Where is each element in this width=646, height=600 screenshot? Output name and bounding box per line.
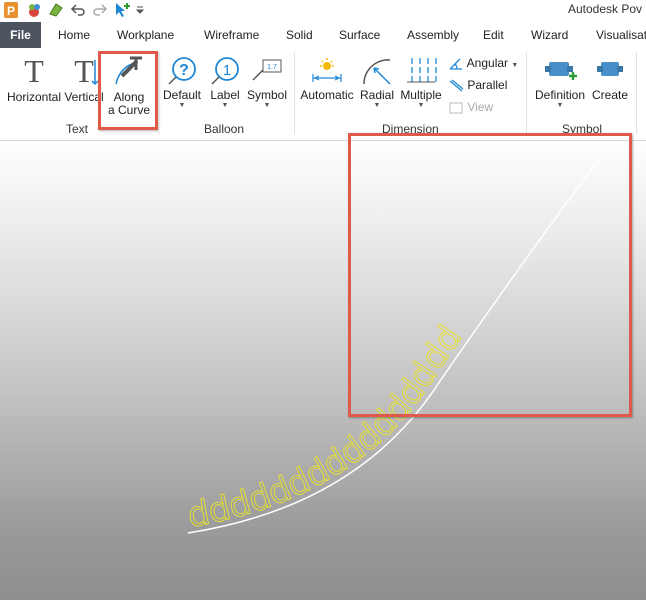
svg-text:T: T bbox=[24, 54, 44, 88]
auto-dimension-icon bbox=[312, 58, 342, 82]
tab-home[interactable]: Home bbox=[58, 22, 90, 48]
numbered-balloon-icon: 1 bbox=[211, 57, 239, 85]
customize-dropdown-icon[interactable] bbox=[136, 5, 144, 15]
dropdown-caret-icon: ▼ bbox=[373, 102, 381, 109]
angular-icon bbox=[449, 58, 462, 70]
group-divider bbox=[294, 52, 295, 134]
curve-text-highlight bbox=[348, 133, 632, 417]
view-label: View bbox=[467, 100, 494, 114]
tab-assembly[interactable]: Assembly bbox=[407, 22, 459, 48]
new-file-icon[interactable] bbox=[26, 2, 42, 18]
tab-visualisation[interactable]: Visualisat bbox=[596, 22, 646, 48]
horizontal-label: Horizontal bbox=[6, 90, 62, 104]
ribbon-tabs: File Home Workplane Wireframe Solid Surf… bbox=[0, 22, 646, 48]
default-label: Default bbox=[162, 88, 202, 102]
along-curve-highlight bbox=[98, 51, 158, 130]
tab-wireframe[interactable]: Wireframe bbox=[204, 22, 259, 48]
horizontal-text-button[interactable]: T Horizontal bbox=[4, 53, 64, 104]
symbol-balloon-button[interactable]: 1.7 Symbol ▼ bbox=[244, 56, 290, 110]
svg-text:T: T bbox=[74, 54, 94, 88]
label-label: Label bbox=[210, 88, 240, 102]
quick-access-toolbar: P Autodesk Pov bbox=[0, 0, 646, 20]
automatic-label: Automatic bbox=[300, 88, 354, 102]
window-title: Autodesk Pov bbox=[567, 2, 642, 16]
tab-surface[interactable]: Surface bbox=[339, 22, 380, 48]
radial-label: Radial bbox=[359, 88, 395, 102]
symbol-create-icon bbox=[597, 62, 623, 76]
svg-text:P: P bbox=[7, 4, 15, 18]
group-divider bbox=[636, 52, 637, 134]
app-logo-icon[interactable]: P bbox=[4, 2, 18, 18]
multiple-dimension-icon bbox=[407, 58, 437, 84]
angular-label: Angular bbox=[466, 56, 509, 70]
multiple-label: Multiple bbox=[400, 88, 442, 102]
redo-icon[interactable] bbox=[92, 3, 108, 17]
text-group-label: Text bbox=[66, 122, 89, 136]
parallel-icon bbox=[449, 79, 464, 92]
text-t-icon: T bbox=[24, 53, 44, 89]
open-icon[interactable] bbox=[48, 2, 64, 18]
ribbon-panel: T Horizontal T Vertical Along a Curve Te… bbox=[0, 48, 646, 141]
svg-text:?: ? bbox=[179, 62, 189, 79]
view-dimension-button[interactable]: View bbox=[448, 100, 493, 115]
svg-text:1.7: 1.7 bbox=[267, 64, 277, 71]
dropdown-caret-icon: ▼ bbox=[556, 102, 564, 109]
symbol-label: Symbol bbox=[246, 88, 287, 102]
default-balloon-button[interactable]: ? Default ▼ bbox=[160, 56, 204, 110]
angular-dimension-button[interactable]: Angular ▼ bbox=[448, 56, 518, 71]
parallel-dimension-button[interactable]: Parallel bbox=[448, 78, 507, 93]
tab-edit[interactable]: Edit bbox=[483, 22, 504, 48]
tab-file[interactable]: File bbox=[0, 22, 41, 48]
create-label: Create bbox=[592, 88, 629, 102]
radial-dimension-icon bbox=[363, 59, 391, 85]
balloon-group-label: Balloon bbox=[204, 122, 245, 136]
view-icon bbox=[449, 102, 463, 114]
radial-dimension-button[interactable]: Radial ▼ bbox=[358, 56, 396, 110]
group-divider bbox=[526, 52, 527, 134]
dropdown-caret-icon: ▼ bbox=[221, 102, 229, 109]
dropdown-caret-icon: ▼ bbox=[417, 102, 425, 109]
undo-icon[interactable] bbox=[70, 3, 86, 17]
question-balloon-icon: ? bbox=[168, 57, 196, 85]
tab-wizard[interactable]: Wizard bbox=[531, 22, 568, 48]
symbol-definition-icon bbox=[545, 62, 577, 80]
select-pointer-icon[interactable] bbox=[114, 1, 132, 19]
dropdown-caret-icon: ▼ bbox=[511, 62, 519, 69]
symbol-balloon-icon: 1.7 bbox=[252, 59, 282, 81]
automatic-dimension-button[interactable]: Automatic bbox=[298, 56, 356, 102]
tab-workplane[interactable]: Workplane bbox=[117, 22, 174, 48]
graphics-viewport[interactable]: dddddddddddddddd bbox=[0, 133, 646, 600]
multiple-dimension-button[interactable]: Multiple ▼ bbox=[398, 56, 444, 110]
symbol-create-button[interactable]: Create bbox=[592, 56, 628, 102]
dropdown-caret-icon: ▼ bbox=[178, 102, 186, 109]
vertical-text-icon: T bbox=[74, 54, 99, 89]
label-balloon-button[interactable]: 1 Label ▼ bbox=[206, 56, 244, 110]
dropdown-caret-icon: ▼ bbox=[263, 102, 271, 109]
tab-solid[interactable]: Solid bbox=[286, 22, 313, 48]
group-divider bbox=[158, 52, 159, 134]
symbol-definition-button[interactable]: Definition ▼ bbox=[530, 56, 590, 110]
svg-text:1: 1 bbox=[223, 62, 231, 79]
definition-label: Definition bbox=[534, 88, 586, 102]
parallel-label: Parallel bbox=[467, 78, 508, 92]
